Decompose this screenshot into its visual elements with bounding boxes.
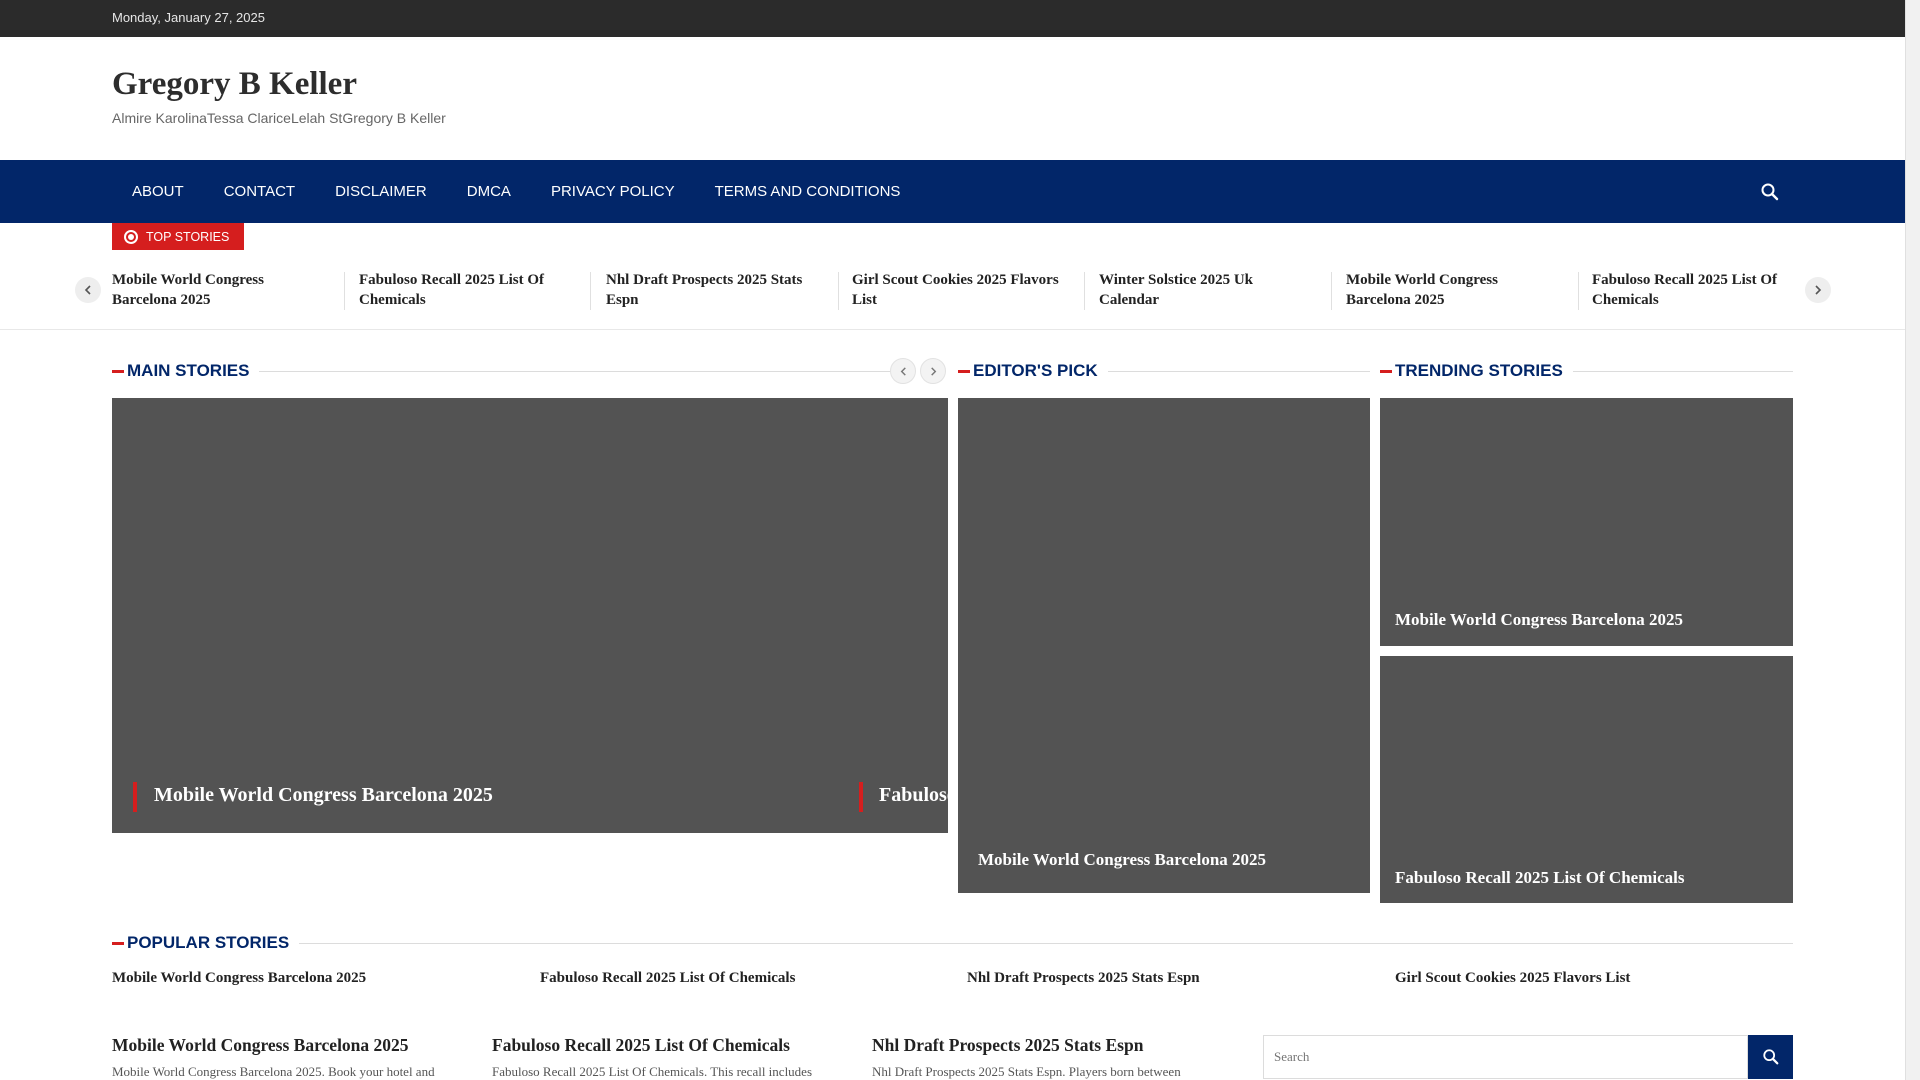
post-title[interactable]: Nhl Draft Prospects 2025 Stats Espn (872, 1035, 1143, 1056)
chevron-right-icon (1815, 285, 1822, 295)
main-stories-title: MAIN STORIES (127, 361, 250, 380)
section-divider (1107, 370, 1370, 372)
chevron-left-icon (84, 285, 91, 295)
caption-accent-bar (859, 782, 863, 812)
editors-pick-caption[interactable]: Mobile World Congress Barcelona 2025 (978, 850, 1266, 870)
popular-story-link[interactable]: Fabuloso Recall 2025 List Of Chemicals (540, 970, 795, 987)
site-tagline: Almire KarolinaTessa ClariceLelah StGreg… (112, 110, 446, 126)
popular-story-link[interactable]: Nhl Draft Prospects 2025 Stats Espn (967, 970, 1200, 987)
nav-item-dmca[interactable]: DMCA (447, 160, 531, 223)
trending-stories-title: TRENDING STORIES (1395, 361, 1563, 380)
search-icon (1762, 1049, 1778, 1065)
current-date: Monday, January 27, 2025 (112, 10, 265, 25)
section-accent-bar (112, 369, 124, 373)
section-divider (299, 942, 1793, 944)
site-title[interactable]: Gregory B Keller (112, 66, 357, 103)
chevron-left-icon (900, 366, 906, 376)
main-story-slider[interactable]: Mobile World Congress Barcelona 2025 Fab… (112, 398, 948, 833)
top-stories-label-text: TOP STORIES (146, 229, 230, 244)
editors-pick-header: EDITOR'S PICK (958, 359, 1370, 383)
ticker-divider (590, 272, 591, 310)
top-stories-label: TOP STORIES (112, 223, 245, 250)
ticker-next-button[interactable] (1805, 277, 1831, 303)
ticker-item[interactable]: Nhl Draft Prospects 2025 Stats Espn (606, 270, 826, 310)
post-title[interactable]: Fabuloso Recall 2025 List Of Chemicals (492, 1035, 790, 1056)
nav-item-contact[interactable]: CONTACT (204, 160, 315, 223)
post-title[interactable]: Mobile World Congress Barcelona 2025 (112, 1035, 409, 1056)
main-navigation: ABOUT CONTACT DISCLAIMER DMCA PRIVACY PO… (0, 160, 1905, 223)
popular-stories-title: POPULAR STORIES (127, 933, 290, 952)
popular-stories-header: POPULAR STORIES (112, 931, 1793, 955)
main-stories-next-button[interactable] (920, 358, 946, 384)
ticker-divider (344, 272, 345, 310)
post-excerpt: Fabuloso Recall 2025 List Of Chemicals. … (492, 1064, 813, 1079)
nav-item-privacy-policy[interactable]: PRIVACY POLICY (531, 160, 695, 223)
post-excerpt: Mobile World Congress Barcelona 2025. Bo… (112, 1064, 435, 1079)
post-excerpt: Nhl Draft Prospects 2025 Stats Espn. Pla… (872, 1064, 1181, 1079)
ticker-item[interactable]: Fabuloso Recall 2025 List Of Chemicals (1592, 270, 1792, 310)
sidebar-search-box (1263, 1035, 1748, 1079)
ticker-item[interactable]: Girl Scout Cookies 2025 Flavors List (852, 270, 1072, 310)
trending-story-caption[interactable]: Fabuloso Recall 2025 List Of Chemicals (1395, 868, 1684, 888)
main-story-caption[interactable]: Fabuloso Recall 2025 List Of Chemicals (879, 784, 948, 807)
section-accent-bar (958, 369, 970, 373)
ticker-divider (1331, 272, 1332, 310)
popular-story-link[interactable]: Girl Scout Cookies 2025 Flavors List (1395, 970, 1630, 987)
section-divider (259, 370, 894, 372)
search-icon[interactable] (1760, 182, 1780, 202)
main-stories-header: MAIN STORIES (112, 359, 894, 383)
page-scrollbar[interactable] (1905, 0, 1920, 1080)
section-accent-bar (1380, 369, 1392, 373)
trending-story-caption[interactable]: Mobile World Congress Barcelona 2025 (1395, 610, 1683, 630)
popular-story-link[interactable]: Mobile World Congress Barcelona 2025 (112, 970, 366, 987)
nav-item-about[interactable]: ABOUT (112, 160, 204, 223)
section-accent-bar (112, 941, 124, 945)
editors-pick-card[interactable]: Mobile World Congress Barcelona 2025 (958, 398, 1370, 893)
nav-item-terms[interactable]: TERMS AND CONDITIONS (695, 160, 921, 223)
caption-accent-bar (133, 782, 137, 812)
ticker-divider (1084, 272, 1085, 310)
main-stories-prev-button[interactable] (890, 358, 916, 384)
search-input[interactable] (1264, 1036, 1747, 1078)
ticker-divider (838, 272, 839, 310)
trending-story-card[interactable]: Fabuloso Recall 2025 List Of Chemicals (1380, 656, 1793, 903)
trending-story-card[interactable]: Mobile World Congress Barcelona 2025 (1380, 398, 1793, 646)
chevron-right-icon (930, 366, 936, 376)
section-divider (1572, 370, 1793, 372)
top-bar: Monday, January 27, 2025 (0, 0, 1905, 37)
ticker-item[interactable]: Fabuloso Recall 2025 List Of Chemicals (359, 270, 579, 310)
main-story-caption[interactable]: Mobile World Congress Barcelona 2025 (154, 784, 493, 807)
ticker-divider (1578, 272, 1579, 310)
trending-stories-header: TRENDING STORIES (1380, 359, 1793, 383)
radio-dot-icon (124, 229, 138, 244)
search-submit-button[interactable] (1748, 1035, 1793, 1079)
editors-pick-title: EDITOR'S PICK (973, 361, 1098, 380)
ticker-item[interactable]: Winter Solstice 2025 Uk Calendar (1099, 270, 1319, 310)
ticker-item[interactable]: Mobile World Congress Barcelona 2025 (112, 270, 332, 310)
ticker-item[interactable]: Mobile World Congress Barcelona 2025 (1346, 270, 1566, 310)
nav-item-disclaimer[interactable]: DISCLAIMER (315, 160, 447, 223)
ticker-prev-button[interactable] (75, 277, 101, 303)
